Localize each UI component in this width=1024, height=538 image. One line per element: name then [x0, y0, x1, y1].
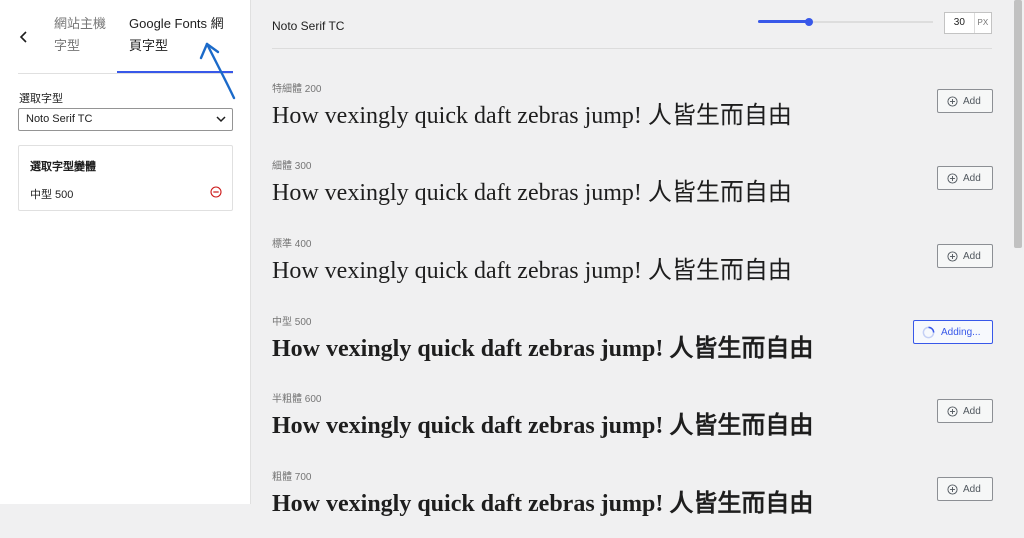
selected-variants-panel: 選取字型變體 中型 500: [18, 145, 233, 211]
font-preview-panel: Noto Serif TC 30 PX 特細體 200 How vexingly …: [252, 0, 1012, 517]
font-variant-row: 特細體 200 How vexingly quick daft zebras ju…: [272, 80, 1002, 150]
font-size-unit[interactable]: PX: [975, 13, 991, 33]
font-variant-row: 半粗體 600 How vexingly quick daft zebras ju…: [272, 390, 1002, 460]
font-size-slider[interactable]: [758, 15, 933, 29]
variant-weight-label: 粗體 700: [272, 472, 312, 483]
loading-spinner-icon: [922, 326, 935, 338]
chevron-down-icon: [216, 116, 226, 123]
variant-weight-label: 標準 400: [272, 239, 312, 250]
button-label: Adding...: [941, 326, 981, 338]
select-font-label: 選取字型: [19, 93, 63, 105]
plus-circle-icon: [947, 250, 958, 262]
button-label: Add: [963, 172, 981, 184]
add-variant-button[interactable]: Add: [937, 477, 993, 501]
scrollbar-thumb[interactable]: [1014, 0, 1022, 248]
font-variant-row: 細體 300 How vexingly quick daft zebras jum…: [272, 157, 1002, 227]
button-label: Add: [963, 405, 981, 417]
tabs-divider: [18, 73, 233, 74]
slider-fill: [758, 20, 809, 23]
plus-circle-icon: [947, 483, 958, 495]
add-variant-button[interactable]: Add: [937, 244, 993, 268]
slider-thumb[interactable]: [804, 18, 813, 26]
variant-weight-label: 中型 500: [272, 317, 312, 328]
font-variant-row: 中型 500 How vexingly quick daft zebras jum…: [272, 313, 1002, 383]
plus-circle-icon: [947, 95, 958, 107]
button-label: Add: [963, 483, 981, 495]
font-variant-row: 標準 400 How vexingly quick daft zebras jum…: [272, 235, 1002, 305]
font-size-value[interactable]: 30: [945, 13, 975, 33]
variant-weight-label: 半粗體 600: [272, 394, 322, 405]
button-label: Add: [963, 95, 981, 107]
variant-weight-label: 特細體 200: [272, 84, 322, 95]
variants-panel-title: 選取字型變體: [30, 161, 96, 173]
chevron-left-icon: [19, 31, 27, 43]
scrollbar[interactable]: [1012, 0, 1024, 504]
font-sidebar: 網站主機字型 Google Fonts 網頁字型 選取字型 Noto Serif…: [0, 0, 251, 504]
font-size-input[interactable]: 30 PX: [944, 12, 992, 34]
preview-divider: [272, 48, 992, 49]
plus-circle-icon: [947, 172, 958, 184]
variant-sample-text: How vexingly quick daft zebras jump! 人皆生…: [272, 413, 814, 439]
variant-sample-text: How vexingly quick daft zebras jump! 人皆生…: [272, 103, 792, 129]
remove-variant-icon[interactable]: [210, 186, 222, 198]
variant-sample-text: How vexingly quick daft zebras jump! 人皆生…: [272, 180, 792, 206]
add-variant-button[interactable]: Add: [937, 399, 993, 423]
selected-variant-name: 中型 500: [30, 189, 74, 201]
variant-sample-text: How vexingly quick daft zebras jump! 人皆生…: [272, 336, 814, 362]
tab-google-fonts[interactable]: Google Fonts 網頁字型: [129, 13, 229, 57]
add-variant-button[interactable]: Add: [937, 166, 993, 190]
variant-sample-text: How vexingly quick daft zebras jump! 人皆生…: [272, 258, 792, 284]
variant-sample-text: How vexingly quick daft zebras jump! 人皆生…: [272, 491, 814, 517]
adding-variant-button[interactable]: Adding...: [913, 320, 993, 344]
tab-host-fonts[interactable]: 網站主機字型: [54, 13, 108, 57]
active-tab-indicator: [117, 71, 233, 73]
back-button[interactable]: [16, 28, 32, 46]
font-variant-row: 粗體 700 How vexingly quick daft zebras jum…: [272, 468, 1002, 538]
variant-weight-label: 細體 300: [272, 161, 312, 172]
font-select[interactable]: Noto Serif TC: [18, 108, 233, 131]
add-variant-button[interactable]: Add: [937, 89, 993, 113]
preview-font-name: Noto Serif TC: [272, 19, 345, 33]
plus-circle-icon: [947, 405, 958, 417]
font-select-value: Noto Serif TC: [26, 113, 93, 125]
button-label: Add: [963, 250, 981, 262]
